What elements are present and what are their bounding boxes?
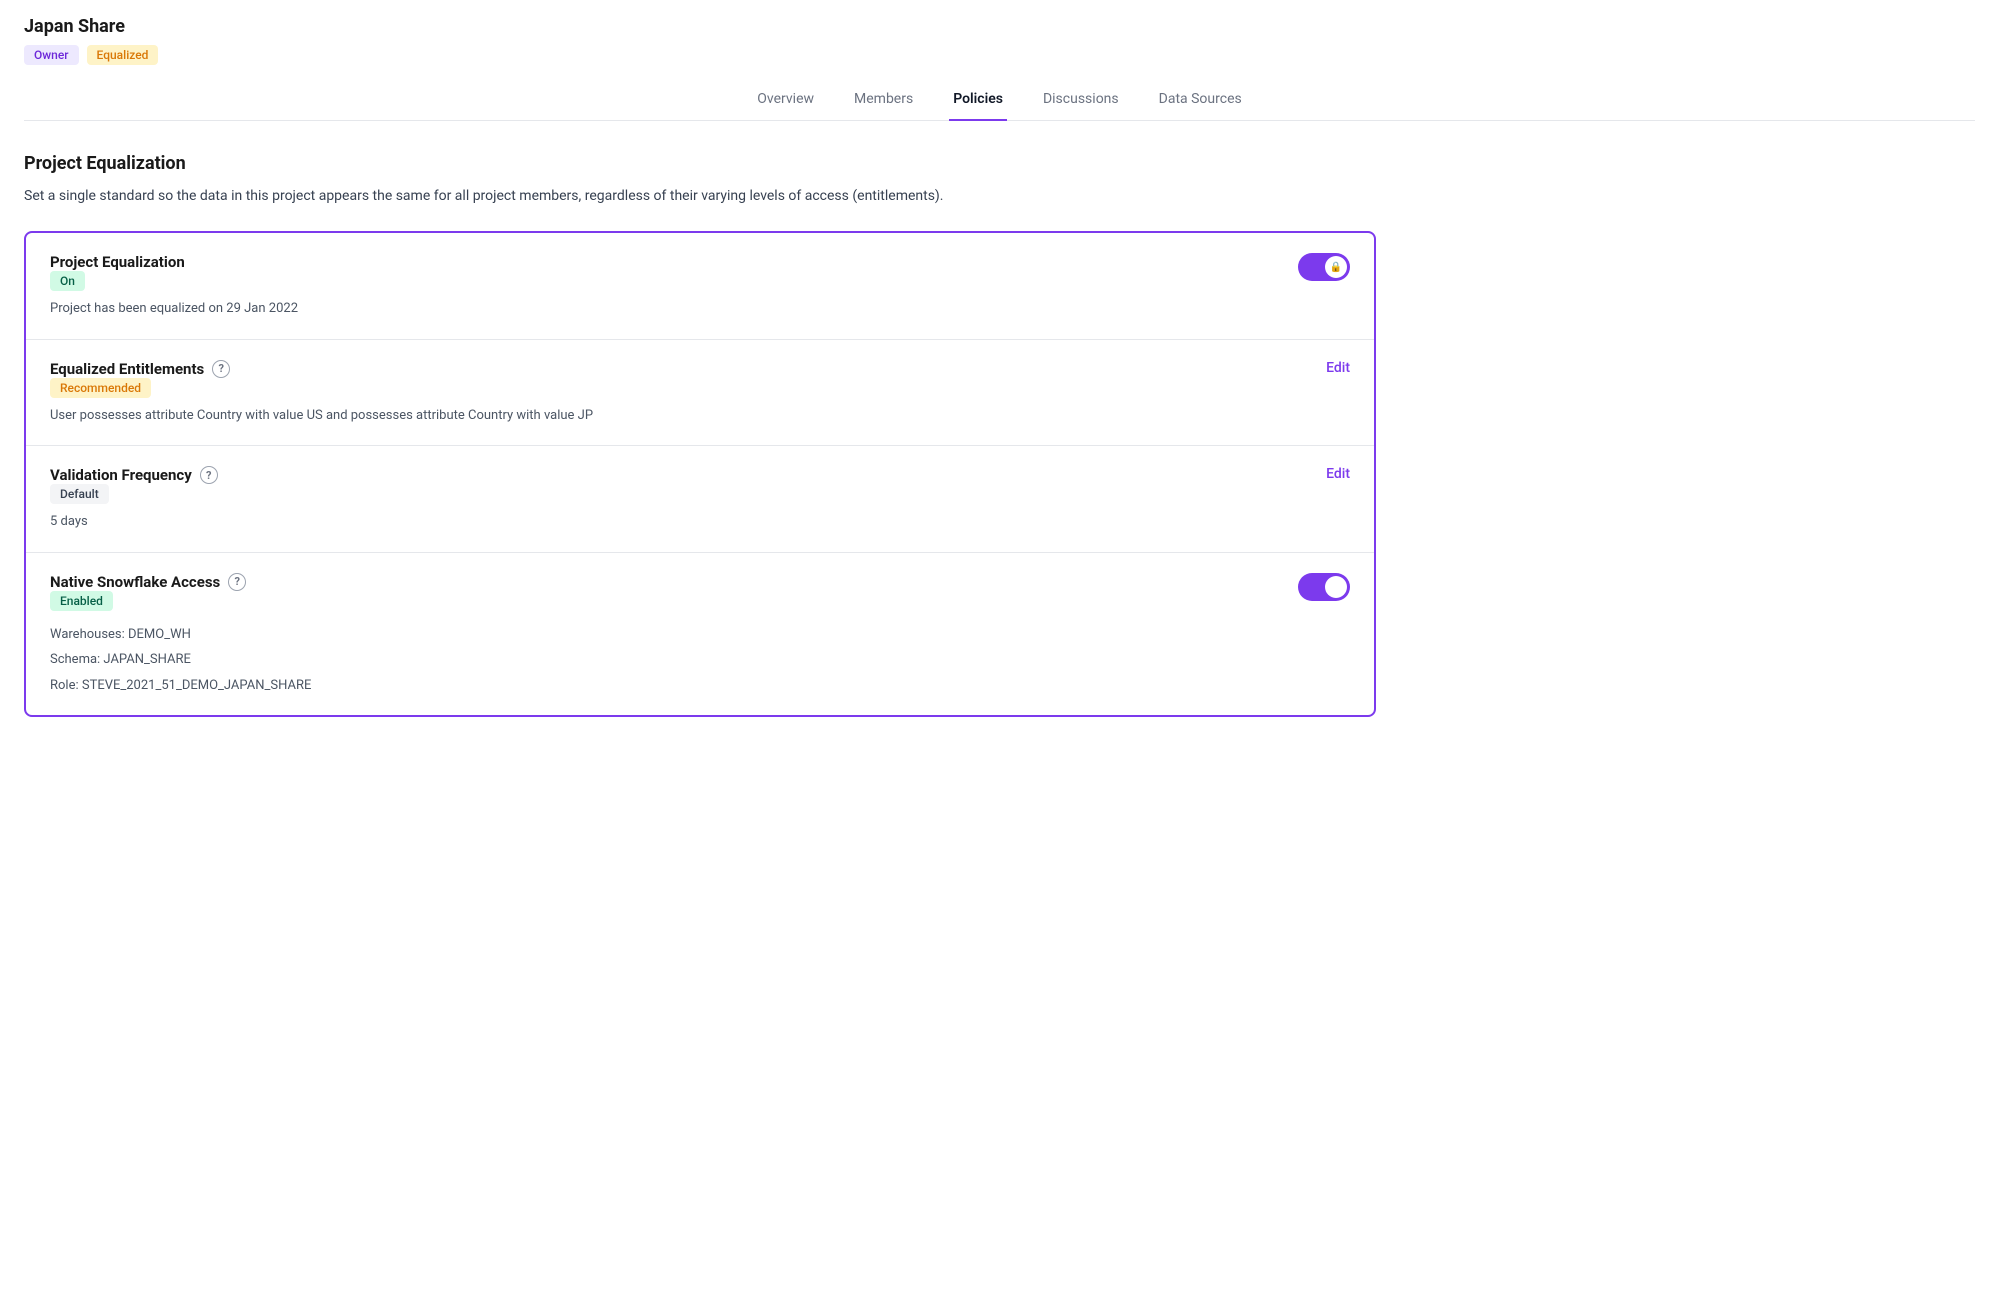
edit-validation-button[interactable]: Edit [1326,466,1350,482]
equalized-badge: Equalized [87,45,159,65]
help-icon-validation[interactable]: ? [200,466,218,484]
snowflake-lines: Warehouses: DEMO_WH Schema: JAPAN_SHARE … [50,625,1350,696]
tab-data-sources[interactable]: Data Sources [1155,81,1246,121]
status-badge-enabled: Enabled [50,591,113,611]
policy-row-project-equalization: Project Equalization On Project has been… [26,233,1374,340]
equalization-toggle-container: 🔒 [1298,253,1350,281]
row-title-project-equalization: Project Equalization [50,253,1350,271]
header: Japan Share Owner Equalized Overview Mem… [0,0,1999,121]
policy-row-native-snowflake: Native Snowflake Access ? Enabled Wareho… [26,553,1374,716]
policy-card: Project Equalization On Project has been… [24,231,1376,717]
policy-row-validation-frequency: Validation Frequency ? Edit Default 5 da… [26,446,1374,553]
edit-entitlements-button[interactable]: Edit [1326,360,1350,376]
snowflake-toggle-container [1298,573,1350,601]
section-title: Project Equalization [24,153,1376,174]
nav-tabs: Overview Members Policies Discussions Da… [24,81,1975,121]
main-content: Project Equalization Set a single standa… [0,121,1400,749]
snowflake-line-warehouse: Warehouses: DEMO_WH [50,625,1350,645]
lock-icon: 🔒 [1330,262,1342,273]
validation-days-text: 5 days [50,512,1350,532]
snowflake-toggle-knob [1325,576,1347,598]
row-title-equalized-entitlements: Equalized Entitlements ? [50,360,1350,378]
snowflake-toggle[interactable] [1298,573,1350,601]
tab-policies[interactable]: Policies [949,81,1007,121]
project-title: Japan Share [24,16,1975,37]
row-title-native-snowflake: Native Snowflake Access ? [50,573,1350,591]
help-icon-entitlements[interactable]: ? [212,360,230,378]
tab-discussions[interactable]: Discussions [1039,81,1123,121]
status-badge-recommended: Recommended [50,378,151,398]
policy-row-equalized-entitlements: Equalized Entitlements ? Edit Recommende… [26,340,1374,447]
equalization-date-text: Project has been equalized on 29 Jan 202… [50,299,1350,319]
validation-actions: Edit [1326,466,1350,482]
snowflake-line-schema: Schema: JAPAN_SHARE [50,650,1350,670]
row-title-validation-frequency: Validation Frequency ? [50,466,1350,484]
owner-badge: Owner [24,45,79,65]
equalization-toggle[interactable]: 🔒 [1298,253,1350,281]
entitlements-actions: Edit [1326,360,1350,376]
status-badge-default: Default [50,484,109,504]
tab-members[interactable]: Members [850,81,917,121]
toggle-knob: 🔒 [1325,256,1347,278]
help-icon-snowflake[interactable]: ? [228,573,246,591]
snowflake-line-role: Role: STEVE_2021_51_DEMO_JAPAN_SHARE [50,676,1350,696]
tab-overview[interactable]: Overview [753,81,818,121]
status-badge-on: On [50,271,85,291]
header-badges: Owner Equalized [24,45,1975,65]
entitlements-description: User possesses attribute Country with va… [50,406,1350,426]
section-description: Set a single standard so the data in thi… [24,186,1376,207]
